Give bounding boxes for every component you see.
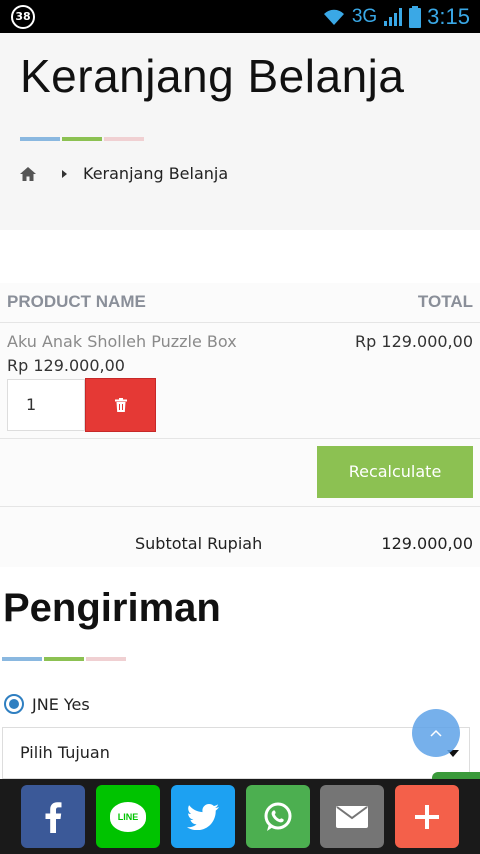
page-title: Keranjang Belanja <box>20 50 405 102</box>
share-email-button[interactable] <box>320 785 384 848</box>
whatsapp-icon <box>264 802 292 831</box>
column-total: TOTAL <box>417 292 473 311</box>
signal-icon <box>384 7 403 26</box>
plus-icon <box>415 804 439 829</box>
notification-badge: 38 <box>11 5 35 29</box>
product-price: Rp 129.000,00 <box>7 356 125 375</box>
subtotal-row: Subtotal Rupiah 129.000,00 <box>0 507 480 567</box>
share-line-button[interactable]: LINE <box>96 785 160 848</box>
share-bar: LINE <box>0 779 480 854</box>
title-divider <box>20 137 146 141</box>
quantity-input[interactable]: 1 <box>7 379 85 431</box>
network-type: 3G <box>351 5 378 27</box>
share-whatsapp-button[interactable] <box>246 785 310 848</box>
twitter-icon <box>187 803 219 830</box>
chevron-right-icon <box>62 169 67 178</box>
recalculate-button[interactable]: Recalculate <box>317 446 473 498</box>
cart-item-row: Aku Anak Sholleh Puzzle Box Rp 129.000,0… <box>0 323 480 439</box>
subtotal-value: 129.000,00 <box>381 534 473 553</box>
column-product-name: PRODUCT NAME <box>7 292 146 311</box>
battery-icon <box>409 5 422 28</box>
trash-icon <box>114 398 127 412</box>
shipping-option-jne-yes[interactable]: JNE Yes <box>4 694 90 714</box>
product-name[interactable]: Aku Anak Sholleh Puzzle Box <box>7 332 237 351</box>
shipping-option-label: JNE Yes <box>32 694 90 714</box>
breadcrumb: Keranjang Belanja <box>20 164 228 183</box>
share-facebook-button[interactable] <box>21 785 85 848</box>
line-icon-label: LINE <box>117 811 139 822</box>
share-twitter-button[interactable] <box>171 785 235 848</box>
wifi-icon <box>323 9 344 25</box>
status-bar: 38 3G 3:15 <box>0 0 480 33</box>
destination-select[interactable]: Pilih Tujuan <box>2 727 470 779</box>
breadcrumb-current: Keranjang Belanja <box>83 164 229 183</box>
product-total: Rp 129.000,00 <box>355 332 473 351</box>
subtotal-label: Subtotal Rupiah <box>135 534 263 553</box>
email-icon <box>336 805 368 828</box>
cart-table-header: PRODUCT NAME TOTAL <box>0 283 480 323</box>
page-header: Keranjang Belanja Keranjang Belanja <box>0 33 480 230</box>
radio-button[interactable] <box>4 694 24 714</box>
shipping-title: Pengiriman <box>3 586 221 630</box>
destination-select-value: Pilih Tujuan <box>20 743 110 762</box>
line-icon: LINE <box>110 801 146 832</box>
share-more-button[interactable] <box>395 785 459 848</box>
chevron-up-icon <box>430 729 442 737</box>
facebook-icon <box>45 801 62 833</box>
shipping-divider <box>2 657 128 661</box>
clock: 3:15 <box>427 3 470 29</box>
home-icon[interactable] <box>20 166 36 181</box>
delete-item-button[interactable] <box>85 378 156 432</box>
recalculate-row: Recalculate <box>0 439 480 507</box>
scroll-to-top-button[interactable] <box>412 709 460 757</box>
status-indicators: 3G 3:15 <box>322 0 470 33</box>
